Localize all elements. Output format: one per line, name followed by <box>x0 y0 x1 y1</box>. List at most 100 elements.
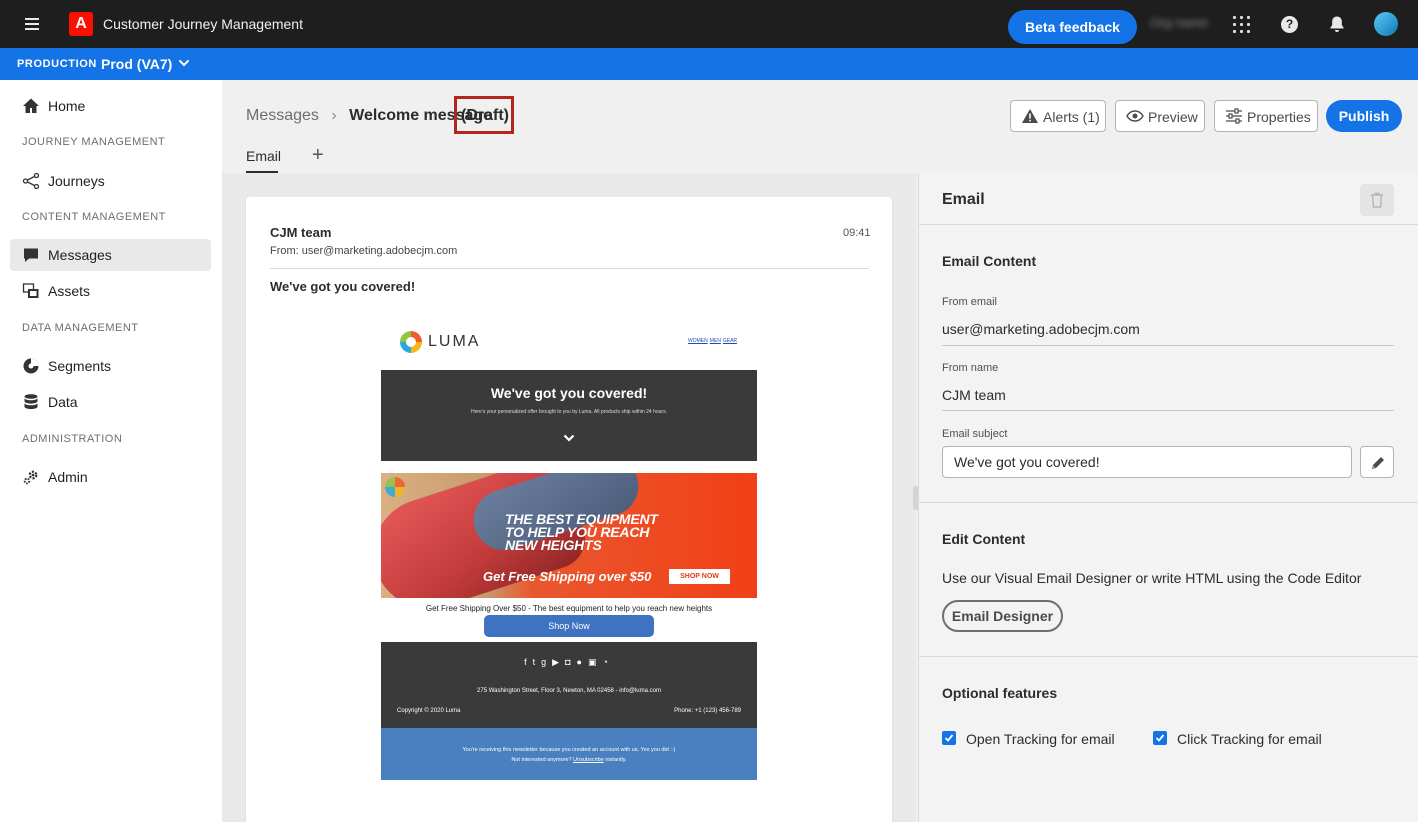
pencil-icon <box>1372 457 1384 469</box>
adobe-logo[interactable]: A <box>69 12 93 36</box>
footer-copyright: Copyright © 2020 Luma <box>397 708 461 714</box>
preview-label: Preview <box>1148 109 1198 125</box>
nav-section-data: DATA MANAGEMENT <box>22 322 139 334</box>
panel-divider <box>918 656 1418 657</box>
chevron-down-icon <box>563 434 575 442</box>
nav-item-data[interactable]: Data <box>10 386 211 418</box>
nav-item-segments[interactable]: Segments <box>10 350 211 382</box>
nav-section-content: CONTENT MANAGEMENT <box>22 211 166 223</box>
footer-unsub-post: instantly. <box>605 757 627 763</box>
youtube-icon[interactable]: ▶ <box>552 657 565 667</box>
edit-subject-button[interactable] <box>1360 446 1394 478</box>
luma-logo-icon <box>400 331 422 353</box>
luma-brand: LUMA <box>428 333 481 350</box>
luma-badge-icon <box>385 477 405 497</box>
panel-title: Email <box>942 191 985 208</box>
trash-icon <box>1371 192 1383 208</box>
luma-link-men[interactable]: MEN <box>710 338 721 344</box>
open-tracking-label[interactable]: Open Tracking for email <box>966 731 1115 747</box>
section-email-content: Email Content <box>942 253 1037 269</box>
pinterest-icon[interactable]: ● <box>577 657 588 667</box>
unsubscribe-link[interactable]: Unsubscribe <box>573 757 604 763</box>
properties-label: Properties <box>1247 109 1311 125</box>
click-tracking-label[interactable]: Click Tracking for email <box>1177 731 1322 747</box>
click-tracking-checkbox[interactable] <box>1153 731 1167 745</box>
breadcrumb-separator: › <box>331 107 337 124</box>
from-name-value[interactable]: CJM team <box>942 387 1006 403</box>
preview-button[interactable]: Preview <box>1115 100 1205 132</box>
nav-label: Data <box>48 394 78 410</box>
open-tracking-checkbox[interactable] <box>942 731 956 745</box>
hero-subtitle: Here's your personalized offer brought t… <box>471 409 667 415</box>
tab-email[interactable]: Email <box>246 148 281 164</box>
alerts-label: Alerts (1) <box>1043 109 1100 125</box>
eye-icon <box>1126 110 1144 122</box>
banner-line-3: NEW HEIGHTS <box>505 537 602 553</box>
beta-feedback-button[interactable]: Beta feedback <box>1008 10 1137 44</box>
banner-headline: THE BEST EQUIPMENT TO HELP YOU REACH NEW… <box>505 512 658 553</box>
app-title: Customer Journey Management <box>103 16 303 32</box>
sandbox-bar: PRODUCTION Prod (VA7) <box>0 48 1418 80</box>
nav-section-admin: ADMINISTRATION <box>22 433 123 445</box>
database-icon <box>24 394 38 410</box>
section-optional-features: Optional features <box>942 685 1058 701</box>
mail-subject: We've got you covered! <box>270 279 416 294</box>
twitter-icon[interactable]: t <box>533 657 542 667</box>
footer-phone: Phone: +1 (123) 456-789 <box>674 708 741 714</box>
message-icon <box>24 248 38 262</box>
instagram-icon[interactable]: ◘ <box>565 657 576 667</box>
apps-grid-icon[interactable] <box>1233 16 1250 33</box>
alerts-button[interactable]: Alerts (1) <box>1010 100 1106 132</box>
chevron-down-icon[interactable] <box>178 57 190 69</box>
hero-title: We've got you covered! <box>490 385 648 401</box>
nav-item-assets[interactable]: Assets <box>10 275 211 307</box>
nav-item-messages[interactable]: Messages <box>10 239 211 271</box>
user-avatar[interactable] <box>1374 12 1398 36</box>
help-icon[interactable]: ? <box>1281 16 1298 33</box>
email-designer-button[interactable]: Email Designer <box>942 600 1063 632</box>
bell-icon[interactable] <box>1328 15 1346 33</box>
warning-icon <box>1022 109 1038 123</box>
footer-legal-line-2: Not interested anymore? Unsubscribe inst… <box>381 757 757 763</box>
edit-content-description: Use our Visual Email Designer or write H… <box>942 570 1362 586</box>
luma-link-gear[interactable]: GEAR <box>723 338 737 344</box>
social-icons: ftg▶◘●▣◔ <box>381 657 757 668</box>
mail-sender: CJM team <box>270 225 332 240</box>
luma-link-women[interactable]: WOMEN <box>688 338 708 344</box>
org-name[interactable]: Org name <box>1150 15 1208 30</box>
nav-item-home[interactable]: Home <box>10 90 211 122</box>
add-tab-icon[interactable]: + <box>312 145 324 165</box>
linkedin-icon[interactable]: ▣ <box>588 657 603 667</box>
facebook-icon[interactable]: f <box>524 657 533 667</box>
properties-button[interactable]: Properties <box>1214 100 1318 132</box>
nav-item-admin[interactable]: Admin <box>10 461 211 493</box>
mail-time: 09:41 <box>843 227 871 239</box>
delete-button[interactable] <box>1360 184 1394 216</box>
segments-icon <box>23 358 39 374</box>
luma-nav-links: WOMEN MEN GEAR <box>688 338 739 344</box>
hamburger-icon[interactable] <box>22 15 42 33</box>
gears-icon <box>23 470 38 485</box>
promo-banner-image[interactable]: THE BEST EQUIPMENT TO HELP YOU REACH NEW… <box>381 473 757 598</box>
nav-item-journeys[interactable]: Journeys <box>10 165 211 197</box>
panel-divider <box>918 224 1418 225</box>
rss-icon[interactable]: ◔ <box>602 657 613 667</box>
subject-label: Email subject <box>942 428 1008 440</box>
breadcrumb-messages[interactable]: Messages <box>246 107 319 124</box>
banner-shop-button[interactable]: SHOP NOW <box>669 569 730 584</box>
sandbox-switcher[interactable]: Prod (VA7) <box>101 56 172 72</box>
mail-divider <box>270 268 869 269</box>
google-plus-icon[interactable]: g <box>541 657 552 667</box>
nav-label: Admin <box>48 469 88 485</box>
publish-button[interactable]: Publish <box>1326 100 1402 132</box>
nav-label: Assets <box>48 283 91 299</box>
field-underline <box>942 410 1394 411</box>
from-email-value[interactable]: user@marketing.adobecjm.com <box>942 321 1140 337</box>
shop-now-button[interactable]: Shop Now <box>484 615 654 637</box>
subject-input[interactable] <box>942 446 1352 478</box>
hero-section: We've got you covered! Here's your perso… <box>381 370 757 461</box>
home-icon <box>23 98 39 113</box>
mail-from: From: user@marketing.adobecjm.com <box>270 245 458 257</box>
section-edit-content: Edit Content <box>942 531 1026 547</box>
sliders-icon <box>1226 108 1242 124</box>
